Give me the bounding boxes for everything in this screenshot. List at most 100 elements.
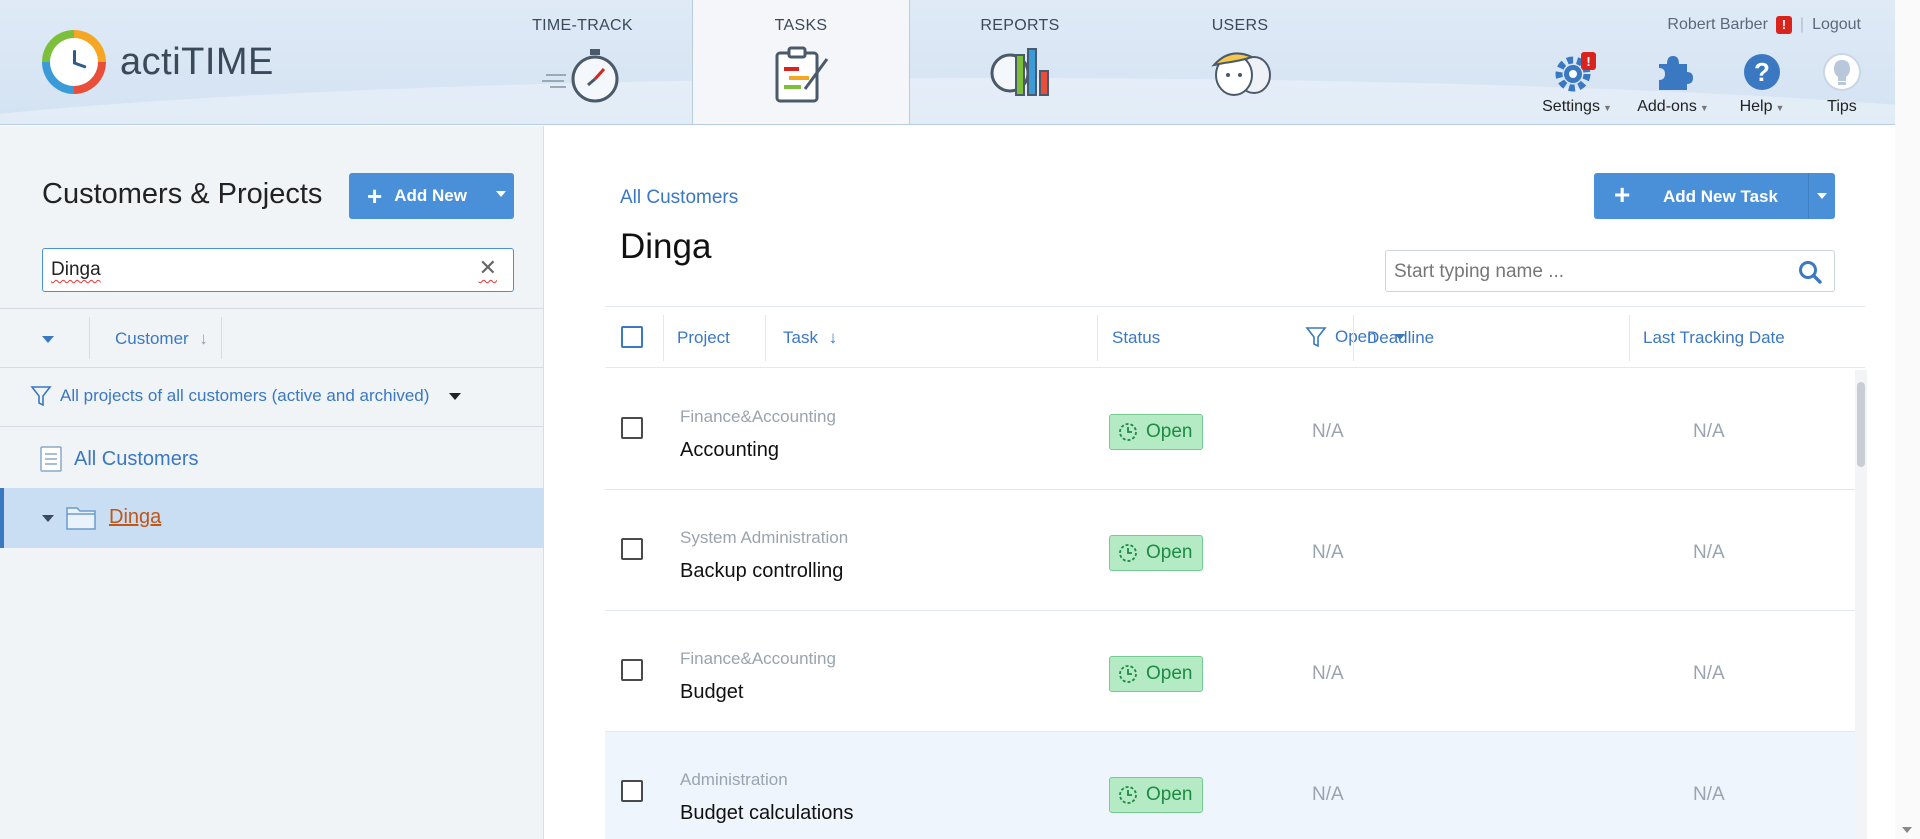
- row-deadline: N/A: [1312, 542, 1344, 563]
- customer-name[interactable]: Dinga: [109, 506, 161, 529]
- clipboard-tasks-icon: [775, 46, 829, 103]
- panel-title: Customers & Projects: [42, 178, 323, 210]
- status-badge[interactable]: Open: [1109, 777, 1203, 813]
- column-project[interactable]: Project: [677, 328, 730, 348]
- search-icon[interactable]: [1798, 260, 1822, 284]
- row-checkbox[interactable]: [621, 659, 643, 681]
- column-status[interactable]: Status: [1112, 328, 1160, 348]
- row-task-name[interactable]: Accounting: [680, 439, 779, 462]
- status-badge[interactable]: Open: [1109, 414, 1203, 450]
- tab-tasks[interactable]: TASKS: [692, 0, 910, 124]
- status-badge[interactable]: Open: [1109, 656, 1203, 692]
- help-label: Help: [1739, 98, 1773, 115]
- tasks-panel: All Customers Dinga + Add New Task Start…: [545, 126, 1895, 839]
- users-icon: [1211, 52, 1271, 96]
- add-new-button[interactable]: + Add New: [349, 173, 514, 219]
- sort-arrow-down-icon: ↓: [828, 328, 838, 347]
- table-row[interactable]: Finance&Accounting Budget Open N/A N/A: [605, 611, 1858, 732]
- all-customers-label: All Customers: [74, 447, 199, 470]
- row-checkbox[interactable]: [621, 780, 643, 802]
- clock-icon: [1119, 423, 1137, 441]
- row-deadline: N/A: [1312, 663, 1344, 684]
- scroll-down-icon[interactable]: [1902, 827, 1912, 833]
- filter-label: All projects of all customers (active an…: [60, 386, 430, 405]
- tab-reports-label: REPORTS: [980, 17, 1060, 34]
- plus-icon: +: [1614, 179, 1631, 210]
- filter-icon: [30, 386, 52, 407]
- page-scrollbar[interactable]: [1895, 0, 1920, 839]
- task-search-input[interactable]: Start typing name ...: [1385, 250, 1835, 292]
- row-checkbox[interactable]: [621, 417, 643, 439]
- chevron-down-icon[interactable]: [1817, 193, 1827, 199]
- list-icon: [40, 446, 62, 472]
- stopwatch-icon: [541, 49, 618, 103]
- customer-search-value: Dinga: [51, 259, 101, 280]
- filter-dropdown-icon[interactable]: [449, 392, 462, 400]
- row-last-tracking: N/A: [1693, 784, 1725, 805]
- clear-icon[interactable]: ✕: [479, 255, 497, 281]
- row-project: Finance&Accounting: [680, 649, 836, 668]
- tab-users[interactable]: USERS: [1165, 0, 1315, 124]
- column-task[interactable]: Task ↓: [783, 328, 837, 348]
- row-project: Administration: [680, 770, 788, 789]
- tab-time-track[interactable]: TIME-TRACK: [505, 0, 660, 124]
- gear-icon: !: [1555, 52, 1596, 92]
- row-deadline: N/A: [1312, 421, 1344, 442]
- column-last-tracking[interactable]: Last Tracking Date: [1643, 328, 1785, 348]
- expand-all-icon[interactable]: [42, 336, 54, 343]
- row-task-name[interactable]: Budget calculations: [680, 802, 853, 825]
- status-label: Open: [1146, 421, 1193, 442]
- add-new-label: Add New: [394, 186, 467, 205]
- table-row[interactable]: System Administration Backup controlling…: [605, 490, 1858, 611]
- user-area: Robert Barber ! | Logout: [1667, 16, 1861, 34]
- top-header: actiTIME TIME-TRACK TASKS REPORTS USERS …: [0, 0, 1895, 125]
- select-all-checkbox[interactable]: [621, 326, 643, 348]
- all-customers-item[interactable]: All Customers: [40, 446, 198, 472]
- row-project: System Administration: [680, 528, 849, 547]
- settings-menu[interactable]: ! Settings ▼: [1540, 52, 1614, 116]
- plus-icon: +: [367, 181, 383, 211]
- chevron-down-icon[interactable]: [496, 191, 506, 197]
- row-checkbox[interactable]: [621, 538, 643, 560]
- app-name: actiTIME: [120, 40, 274, 83]
- sort-arrow-down-icon: ↓: [199, 329, 208, 348]
- row-task-name[interactable]: Budget: [680, 681, 743, 704]
- task-list-scrollbar[interactable]: [1857, 382, 1865, 467]
- add-new-task-button[interactable]: + Add New Task: [1594, 173, 1835, 219]
- addons-menu[interactable]: Add-ons ▼: [1635, 52, 1711, 116]
- sort-by-customer[interactable]: Customer ↓: [115, 329, 208, 349]
- column-deadline[interactable]: Deadline: [1367, 328, 1434, 348]
- status-badge[interactable]: Open: [1109, 535, 1203, 571]
- user-name[interactable]: Robert Barber: [1667, 16, 1768, 34]
- status-label: Open: [1146, 784, 1193, 805]
- table-row[interactable]: Finance&Accounting Accounting Open N/A N…: [605, 369, 1858, 490]
- project-filter[interactable]: All projects of all customers (active an…: [30, 384, 462, 408]
- user-warning-icon[interactable]: !: [1775, 16, 1792, 34]
- customer-search-input[interactable]: Dinga ✕: [42, 248, 514, 292]
- logout-link[interactable]: Logout: [1812, 16, 1861, 34]
- chart-icon: [990, 48, 1049, 96]
- tab-reports[interactable]: REPORTS: [945, 0, 1095, 124]
- filter-icon: [1305, 327, 1327, 348]
- tips-button[interactable]: Tips: [1822, 52, 1862, 116]
- breadcrumb[interactable]: All Customers: [620, 187, 738, 209]
- status-label: Open: [1146, 663, 1193, 684]
- row-last-tracking: N/A: [1693, 542, 1725, 563]
- clock-icon: [1119, 665, 1137, 683]
- row-task-name[interactable]: Backup controlling: [680, 560, 843, 583]
- user-separator: |: [1799, 16, 1805, 33]
- row-last-tracking: N/A: [1693, 421, 1725, 442]
- collapse-icon[interactable]: [42, 515, 54, 522]
- sort-bar: Customer ↓: [0, 308, 544, 368]
- app-logo[interactable]: actiTIME: [42, 30, 274, 94]
- settings-label: Settings: [1542, 98, 1600, 115]
- lightbulb-icon: [1823, 53, 1861, 91]
- table-row[interactable]: Administration Budget calculations Open …: [605, 732, 1858, 839]
- folder-icon: [66, 507, 96, 530]
- help-menu[interactable]: ? Help ▼: [1735, 52, 1789, 116]
- clock-icon: [1119, 544, 1137, 562]
- task-search-placeholder: Start typing name ...: [1394, 261, 1565, 282]
- customer-item-dinga[interactable]: Dinga: [0, 488, 544, 548]
- tab-tasks-label: TASKS: [774, 17, 828, 34]
- addons-label: Add-ons: [1637, 98, 1697, 115]
